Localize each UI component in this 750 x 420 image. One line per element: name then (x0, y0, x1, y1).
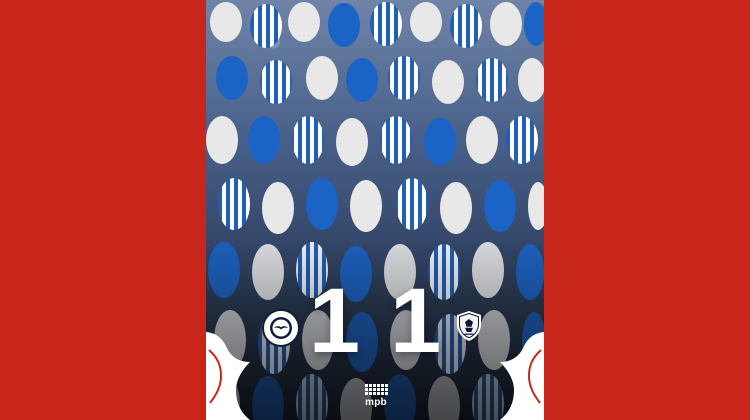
crowd-row-3 (206, 116, 538, 166)
right-corner-ornament (500, 332, 544, 420)
result-graphic: 1 1 mpb (206, 0, 544, 420)
mpb-dot-grid-icon (356, 384, 396, 395)
left-border (0, 0, 206, 420)
scoreline: 1 1 (206, 275, 544, 367)
away-team-badge (452, 309, 486, 343)
home-score: 1 (308, 270, 360, 372)
crowd-row-4 (218, 178, 544, 234)
sponsor-wordmark: mpb (365, 397, 387, 408)
leeds-shield-icon (457, 311, 481, 341)
away-score: 1 (390, 270, 442, 372)
sponsor-logo: mpb (356, 384, 396, 418)
right-border (544, 0, 750, 420)
left-corner-ornament (206, 332, 250, 420)
crowd-row-2 (216, 56, 544, 104)
crowd-row-1 (210, 2, 544, 48)
